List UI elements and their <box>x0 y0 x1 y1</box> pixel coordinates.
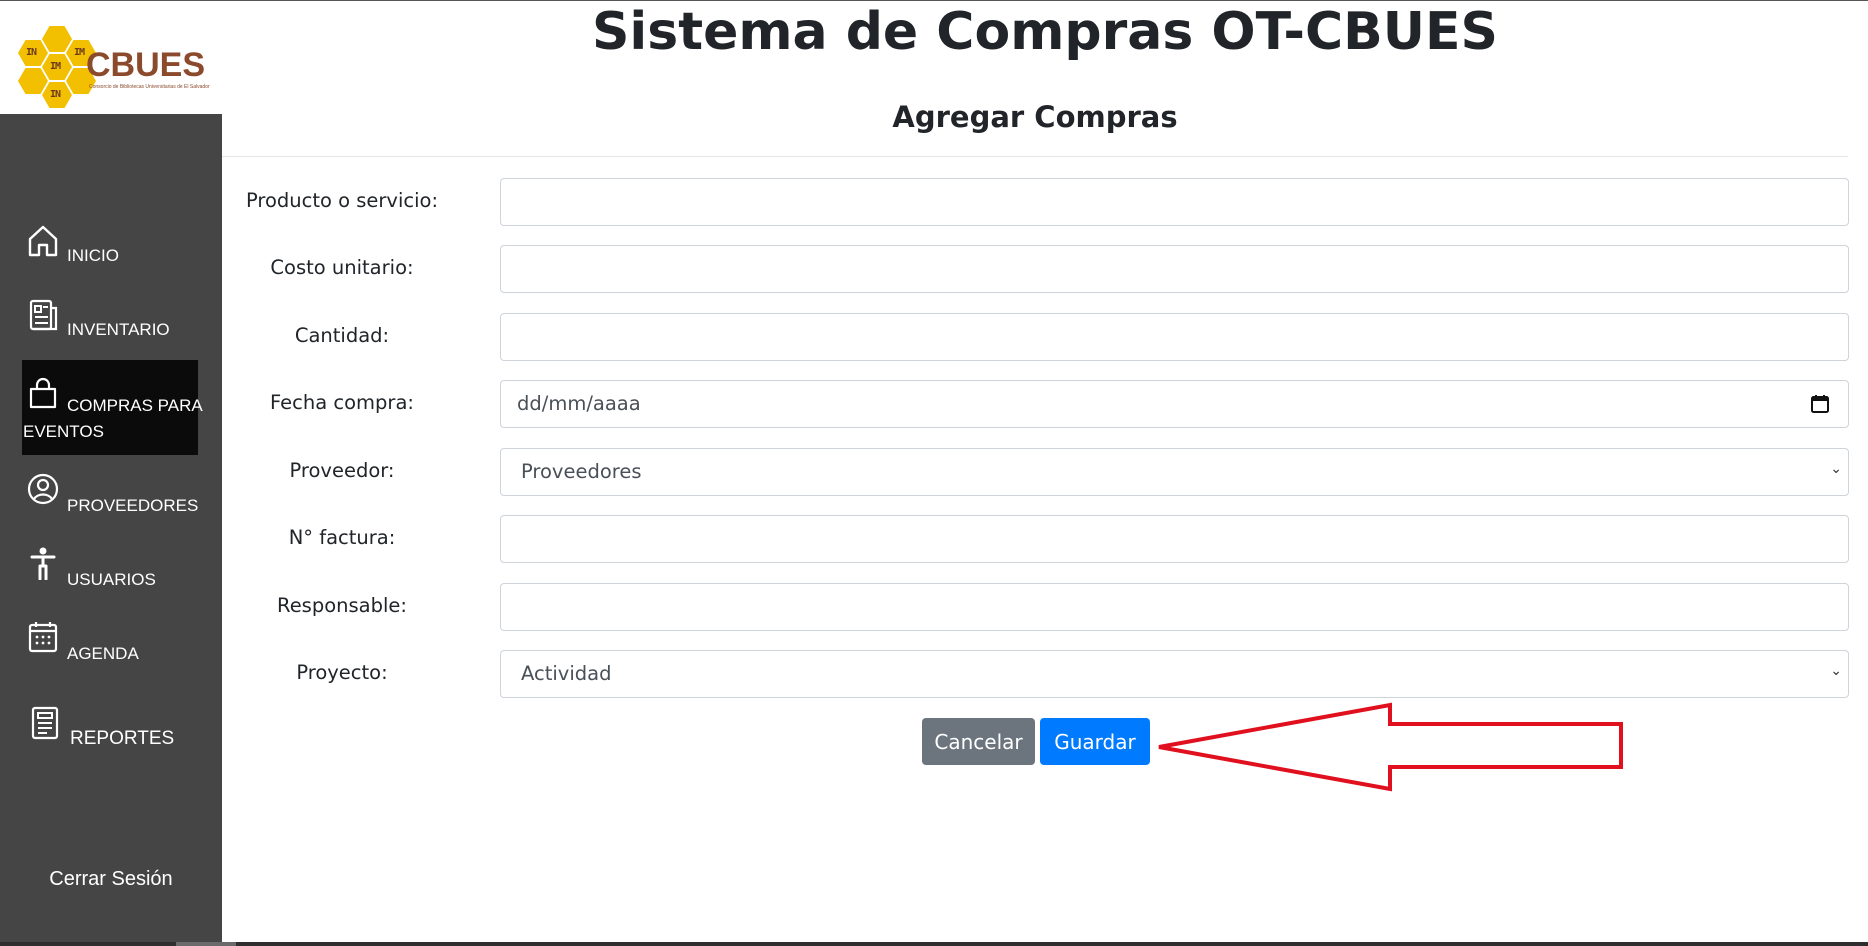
sidebar-item-label: PROVEEDORES <box>67 496 199 515</box>
logo-tagline: Consorcio de Bibliotecas Universitarias … <box>89 84 210 90</box>
cancel-button[interactable]: Cancelar <box>922 718 1035 765</box>
person-circle-icon <box>27 473 59 505</box>
fecha-placeholder: dd/mm/aaaa <box>517 392 641 415</box>
proyecto-select[interactable]: Actividad ⌄ <box>500 650 1849 698</box>
shopping-bag-icon <box>29 377 57 409</box>
logo-brand-text: CBUES <box>86 46 206 84</box>
person-standing-icon <box>30 547 56 580</box>
logo-hex-icon <box>42 26 72 52</box>
sidebar-item-label: USUARIOS <box>67 570 156 589</box>
fecha-field[interactable]: dd/mm/aaaa <box>500 380 1849 428</box>
logout-link[interactable]: Cerrar Sesión <box>0 868 222 891</box>
proyecto-label: Proyecto: <box>296 661 388 684</box>
chevron-down-icon: ⌄ <box>1830 663 1842 679</box>
sidebar-item-compras-eventos[interactable]: COMPRAS PARA EVENTOS <box>22 360 203 455</box>
factura-field[interactable] <box>500 515 1849 563</box>
sidebar-item-usuarios[interactable]: USUARIOS <box>22 546 198 596</box>
costo-label: Costo unitario: <box>270 256 414 279</box>
logo-hex-icon: IM <box>42 54 72 80</box>
fecha-label: Fecha compra: <box>270 391 414 414</box>
sidebar-item-inventario[interactable]: INVENTARIO <box>22 298 198 348</box>
report-icon <box>31 706 59 740</box>
home-icon <box>28 225 58 257</box>
sidebar-item-agenda[interactable]: AGENDA <box>22 620 198 670</box>
logo-hex-icon <box>18 68 48 94</box>
sidebar-item-label-line2: EVENTOS <box>23 422 104 441</box>
sidebar-item-label: REPORTES <box>70 728 175 749</box>
responsable-input[interactable] <box>501 584 1848 630</box>
costo-field[interactable] <box>500 245 1849 293</box>
taskbar-edge <box>0 942 1868 946</box>
form-heading: Agregar Compras <box>892 100 1178 134</box>
sidebar: INICIO INVENTARIO COMPRAS PARA EVENTOS P… <box>0 114 222 946</box>
cantidad-field[interactable] <box>500 313 1849 361</box>
costo-input[interactable] <box>501 246 1848 292</box>
proyecto-selected: Actividad <box>521 662 612 685</box>
cbues-logo: IN IM IM IN CBUES Consorcio de Bibliotec… <box>14 26 214 108</box>
proveedor-selected: Proveedores <box>521 460 642 483</box>
annotation-arrow-icon <box>1158 702 1623 792</box>
sidebar-item-label: INVENTARIO <box>67 320 170 339</box>
newspaper-icon <box>29 299 58 331</box>
page-title: Sistema de Compras OT-CBUES <box>591 2 1498 62</box>
save-button[interactable]: Guardar <box>1040 718 1150 765</box>
producto-input[interactable] <box>501 179 1848 225</box>
proveedor-select[interactable]: Proveedores ⌄ <box>500 448 1849 496</box>
logo-hex-icon: IN <box>42 82 72 108</box>
logo-hex-icon: IN <box>18 40 48 66</box>
cantidad-input[interactable] <box>501 314 1848 360</box>
sidebar-item-reportes[interactable]: REPORTES <box>22 706 198 756</box>
taskbar-edge-highlight <box>176 942 236 946</box>
factura-label: N° factura: <box>288 526 396 549</box>
cantidad-label: Cantidad: <box>294 324 390 347</box>
header-divider <box>222 156 1848 157</box>
responsable-label: Responsable: <box>277 594 407 617</box>
calendar-picker-icon[interactable] <box>1810 394 1830 414</box>
responsable-field[interactable] <box>500 583 1849 631</box>
sidebar-item-proveedores[interactable]: PROVEEDORES <box>22 472 198 522</box>
chevron-down-icon: ⌄ <box>1830 461 1842 477</box>
window-top-border <box>0 0 1868 1</box>
sidebar-item-label: AGENDA <box>67 644 139 663</box>
sidebar-item-label: INICIO <box>67 246 119 265</box>
sidebar-item-inicio[interactable]: INICIO <box>22 224 198 274</box>
calendar-icon <box>28 622 58 653</box>
producto-field[interactable] <box>500 178 1849 226</box>
factura-input[interactable] <box>501 516 1848 562</box>
producto-label: Producto o servicio: <box>245 189 439 212</box>
proveedor-label: Proveedor: <box>289 459 395 482</box>
sidebar-item-label: COMPRAS PARA <box>67 396 203 415</box>
